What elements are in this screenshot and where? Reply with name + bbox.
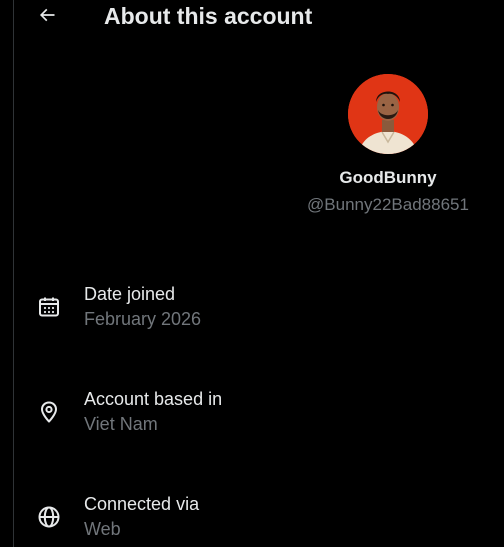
- calendar-icon: [34, 292, 64, 322]
- avatar-image: [348, 74, 428, 154]
- account-handle: @Bunny22Bad88651: [307, 195, 469, 214]
- globe-icon: [34, 502, 64, 532]
- header: About this account: [0, 0, 504, 36]
- column-divider: [13, 0, 14, 547]
- info-value: February 2026: [84, 309, 202, 329]
- info-label: Connected via: [84, 494, 200, 514]
- info-label: Date joined: [84, 284, 176, 304]
- info-row-date-joined: Date joined February 2026: [0, 284, 504, 344]
- avatar[interactable]: [348, 74, 428, 154]
- back-button[interactable]: [32, 2, 62, 32]
- display-name: GoodBunny: [339, 168, 437, 187]
- info-row-account-based-in: Account based in Viet Nam: [0, 389, 504, 449]
- info-row-connected-via: Connected via Web: [0, 494, 504, 547]
- info-label: Account based in: [84, 389, 223, 409]
- info-value: Web: [84, 519, 121, 539]
- about-account-page: About this account GoodBunny @Bunny22Bad…: [0, 0, 504, 547]
- arrow-left-icon: [37, 5, 57, 30]
- info-value: Viet Nam: [84, 414, 158, 434]
- location-pin-icon: [34, 397, 64, 427]
- page-title: About this account: [104, 3, 313, 29]
